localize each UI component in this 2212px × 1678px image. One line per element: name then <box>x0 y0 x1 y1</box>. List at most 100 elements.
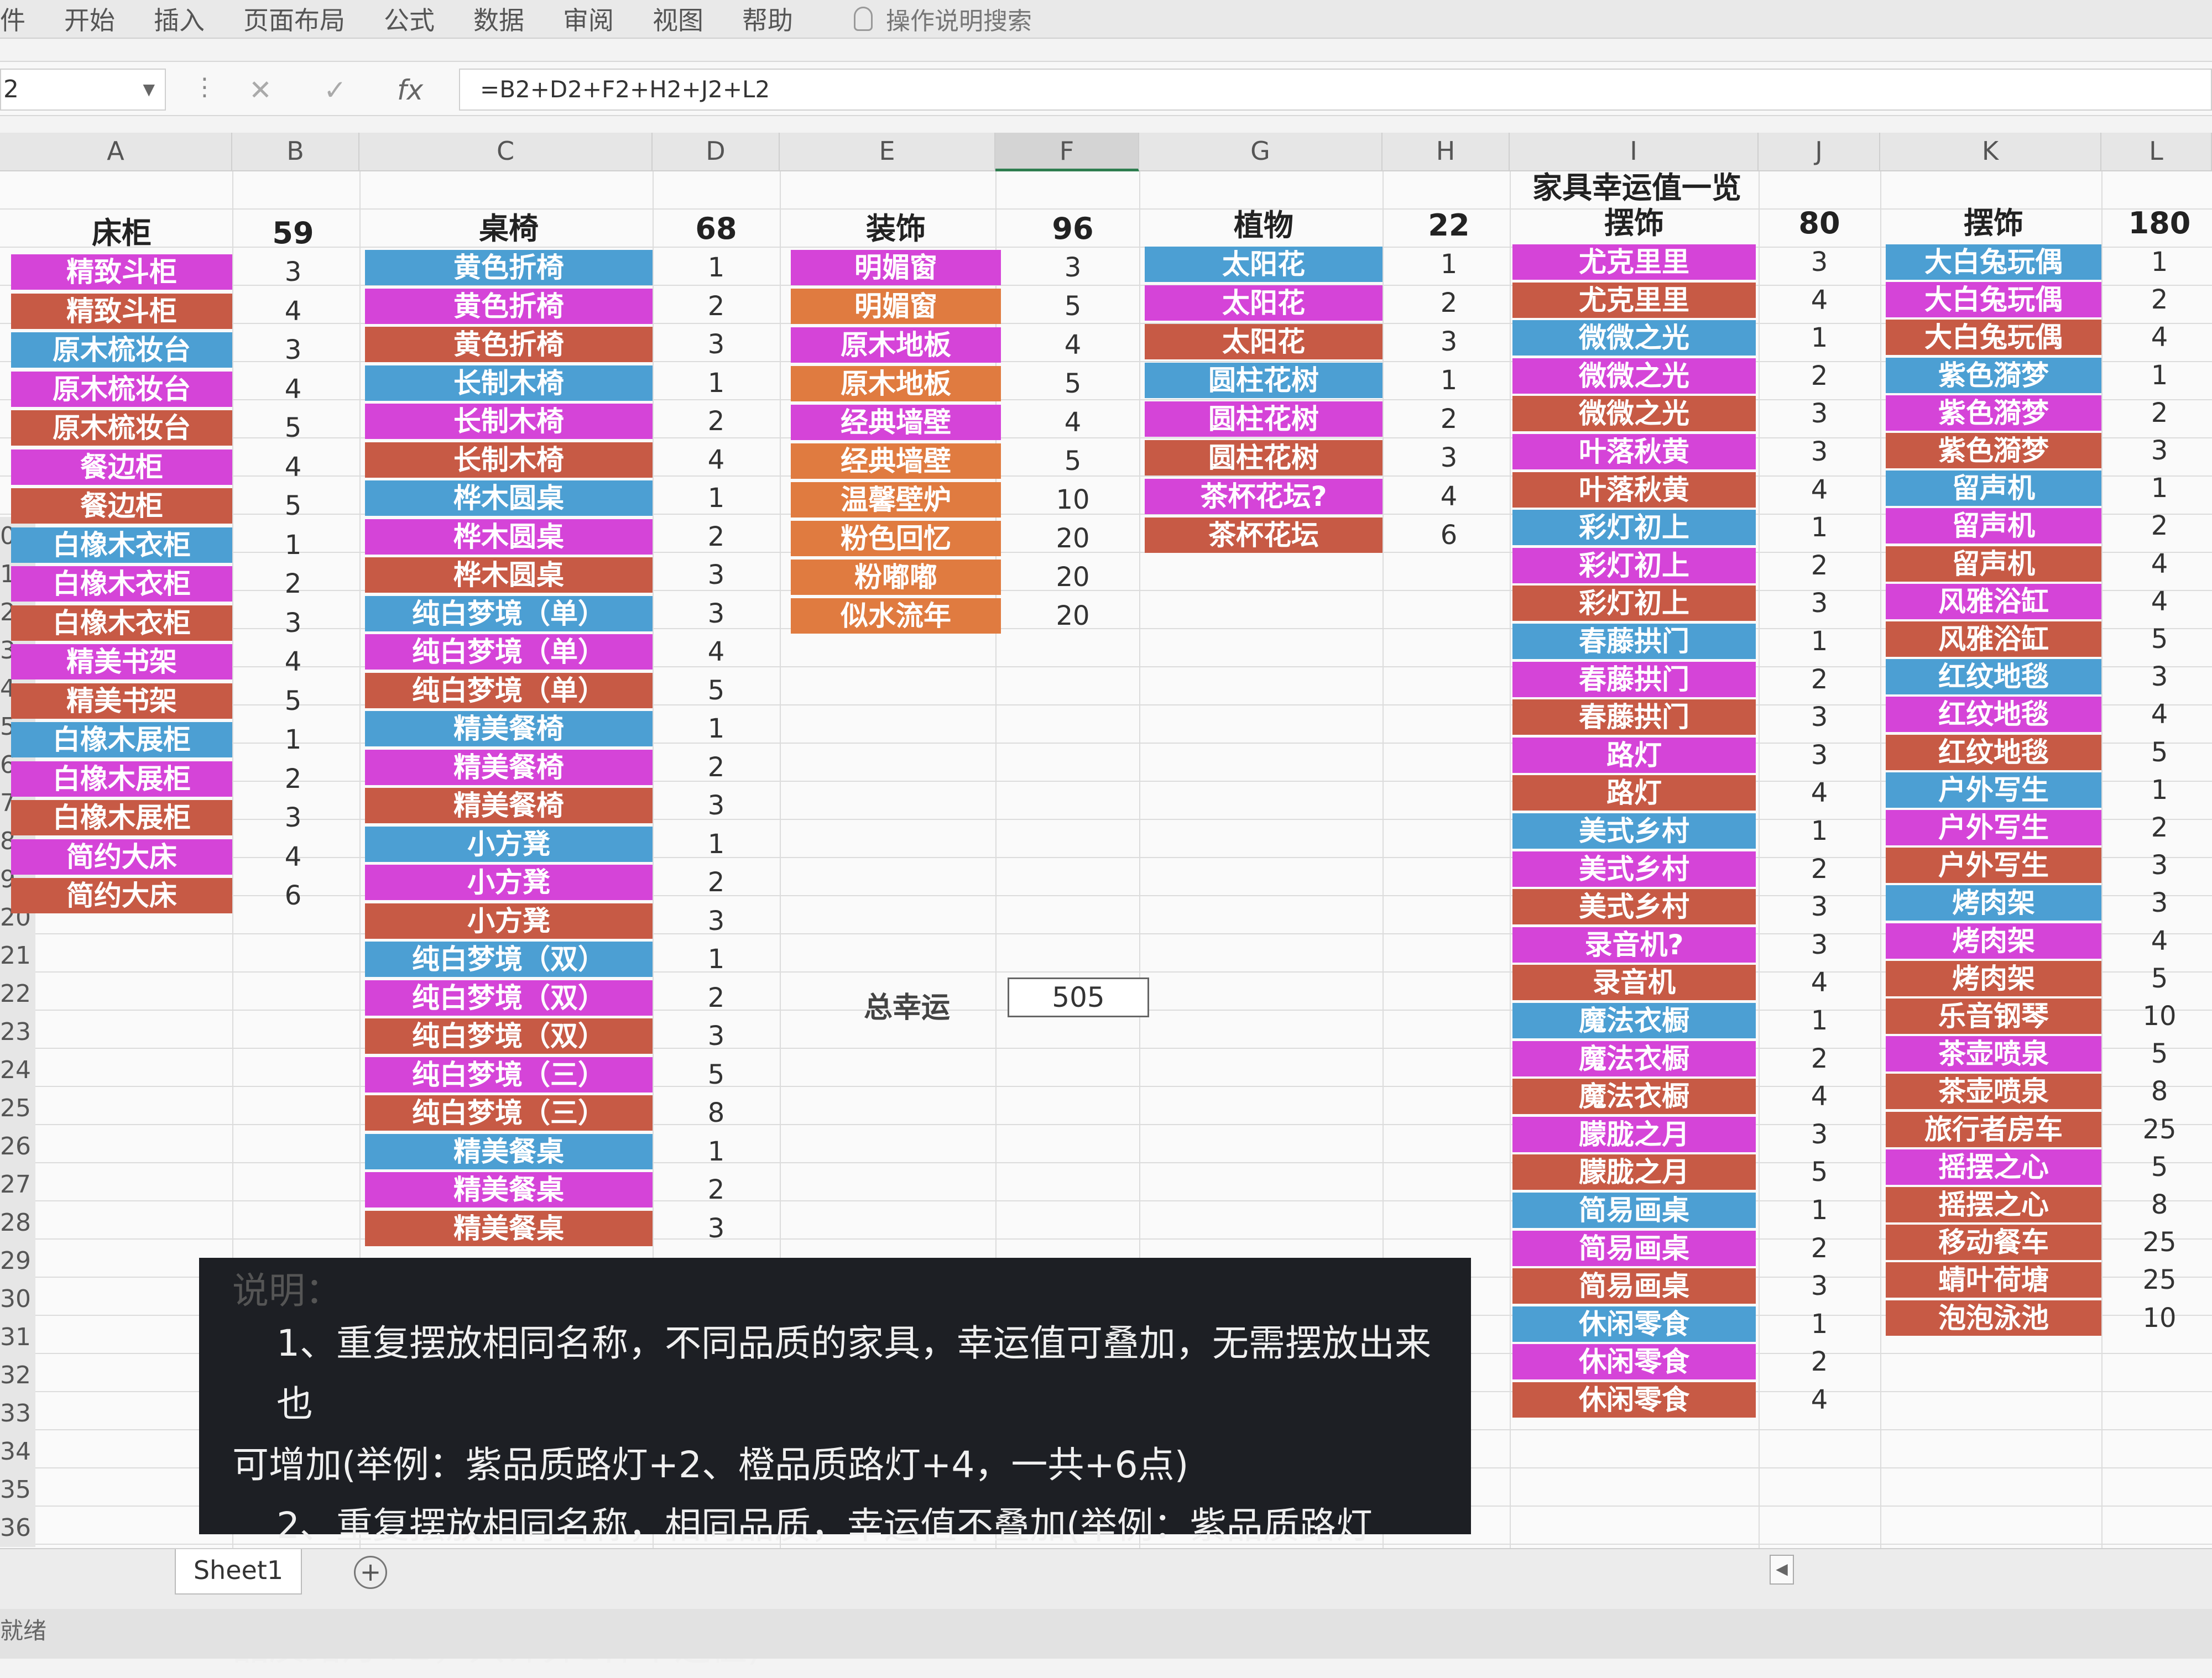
luck-value-cell[interactable]: 3 <box>2107 659 2212 694</box>
add-sheet-icon[interactable]: + <box>354 1556 387 1589</box>
column-header-d[interactable]: D <box>653 133 780 171</box>
luck-value-cell[interactable]: 20 <box>1012 521 1134 556</box>
furniture-name-cell[interactable]: 粉嘟嘟 <box>791 560 1001 595</box>
luck-value-cell[interactable]: 1 <box>1764 320 1875 356</box>
category-sum[interactable]: 59 <box>238 216 348 251</box>
furniture-name-cell[interactable]: 太阳花 <box>1145 247 1383 282</box>
furniture-name-cell[interactable]: 白橡木衣柜 <box>11 566 232 602</box>
furniture-name-cell[interactable]: 白橡木展柜 <box>11 761 232 797</box>
furniture-name-cell[interactable]: 纯白梦境（三） <box>365 1057 653 1092</box>
furniture-name-cell[interactable]: 经典墙壁 <box>791 443 1001 479</box>
furniture-name-cell[interactable]: 微微之光 <box>1512 396 1756 432</box>
luck-value-cell[interactable]: 5 <box>1012 289 1134 324</box>
name-box[interactable]: 2 ▼ <box>0 69 166 111</box>
furniture-name-cell[interactable]: 精美餐椅 <box>365 788 653 823</box>
tell-me-search[interactable]: 操作说明搜索 <box>854 1 1032 36</box>
luck-value-cell[interactable]: 1 <box>658 942 774 977</box>
column-header-b[interactable]: B <box>232 133 359 171</box>
luck-value-cell[interactable]: 3 <box>658 788 774 823</box>
luck-value-cell[interactable]: 5 <box>238 488 348 524</box>
luck-value-cell[interactable]: 5 <box>658 1057 774 1092</box>
luck-value-cell[interactable]: 3 <box>1388 324 1510 359</box>
category-header[interactable]: 摆饰 <box>1886 206 2101 241</box>
luck-value-cell[interactable]: 5 <box>238 410 348 446</box>
luck-value-cell[interactable]: 4 <box>2107 923 2212 959</box>
luck-value-cell[interactable]: 2 <box>658 980 774 1016</box>
row-header[interactable]: 32 <box>0 1356 35 1394</box>
furniture-name-cell[interactable]: 白橡木展柜 <box>11 722 232 757</box>
luck-value-cell[interactable]: 2 <box>238 566 348 602</box>
furniture-name-cell[interactable]: 大白兔玩偶 <box>1886 320 2101 356</box>
furniture-name-cell[interactable]: 餐边柜 <box>11 488 232 524</box>
luck-value-cell[interactable]: 5 <box>2107 1149 2212 1185</box>
luck-value-cell[interactable]: 5 <box>2107 735 2212 770</box>
luck-value-cell[interactable]: 2 <box>658 1172 774 1207</box>
category-sum[interactable]: 22 <box>1388 208 1510 243</box>
luck-value-cell[interactable]: 5 <box>2107 961 2212 996</box>
category-sum[interactable]: 80 <box>1764 206 1875 241</box>
furniture-name-cell[interactable]: 魔法衣橱 <box>1512 1003 1756 1038</box>
luck-value-cell[interactable]: 4 <box>2107 697 2212 732</box>
furniture-name-cell[interactable]: 户外写生 <box>1886 810 2101 845</box>
row-header[interactable]: 23 <box>0 1013 35 1051</box>
luck-value-cell[interactable]: 4 <box>1764 1382 1875 1418</box>
furniture-name-cell[interactable]: 烤肉架 <box>1886 960 2101 996</box>
furniture-name-cell[interactable]: 长制木椅 <box>365 365 653 401</box>
luck-value-cell[interactable]: 6 <box>1388 517 1510 553</box>
furniture-name-cell[interactable]: 大白兔玩偶 <box>1886 244 2101 280</box>
furniture-name-cell[interactable]: 紫色漪梦 <box>1886 357 2101 393</box>
luck-value-cell[interactable]: 1 <box>238 527 348 563</box>
furniture-name-cell[interactable]: 纯白梦境（三） <box>365 1095 653 1131</box>
column-header-c[interactable]: C <box>359 133 653 171</box>
furniture-name-cell[interactable]: 精美书架 <box>11 683 232 719</box>
formula-input[interactable]: =B2+D2+F2+H2+J2+L2 <box>459 69 2212 111</box>
luck-value-cell[interactable]: 5 <box>1012 366 1134 401</box>
furniture-name-cell[interactable]: 纯白梦境（单） <box>365 595 653 631</box>
luck-value-cell[interactable]: 8 <box>2107 1187 2212 1222</box>
row-header[interactable]: 36 <box>0 1509 35 1547</box>
furniture-name-cell[interactable]: 休闲零食 <box>1512 1382 1756 1418</box>
luck-value-cell[interactable]: 8 <box>2107 1074 2212 1109</box>
category-header[interactable]: 摆饰 <box>1512 206 1756 241</box>
luck-value-cell[interactable]: 25 <box>2107 1112 2212 1147</box>
luck-value-cell[interactable]: 3 <box>1764 699 1875 735</box>
furniture-name-cell[interactable]: 明媚窗 <box>791 289 1001 324</box>
luck-value-cell[interactable]: 1 <box>1388 247 1510 282</box>
luck-value-cell[interactable]: 4 <box>1764 472 1875 508</box>
column-header-e[interactable]: E <box>780 133 995 171</box>
furniture-name-cell[interactable]: 朦胧之月 <box>1512 1154 1756 1190</box>
ribbon-tab-0[interactable]: 件 <box>0 1 25 37</box>
furniture-name-cell[interactable]: 精美餐桌 <box>365 1172 653 1207</box>
furniture-name-cell[interactable]: 太阳花 <box>1145 324 1383 359</box>
luck-value-cell[interactable]: 1 <box>658 480 774 516</box>
furniture-name-cell[interactable]: 微微之光 <box>1512 320 1756 356</box>
furniture-name-cell[interactable]: 茶壶喷泉 <box>1886 1036 2101 1072</box>
row-header[interactable]: 29 <box>0 1242 35 1280</box>
row-header[interactable]: 22 <box>0 975 35 1013</box>
furniture-name-cell[interactable]: 精致斗柜 <box>11 254 232 290</box>
ribbon-tab-2[interactable]: 插入 <box>154 1 205 37</box>
luck-value-cell[interactable]: 1 <box>2107 471 2212 506</box>
category-header[interactable]: 桌椅 <box>365 211 653 247</box>
column-header-j[interactable]: J <box>1759 133 1880 171</box>
furniture-name-cell[interactable]: 彩灯初上 <box>1512 586 1756 621</box>
luck-value-cell[interactable]: 2 <box>658 865 774 900</box>
cancel-icon[interactable]: ✕ <box>249 74 272 106</box>
furniture-name-cell[interactable]: 桦木圆桌 <box>365 519 653 555</box>
luck-value-cell[interactable]: 3 <box>1764 889 1875 924</box>
more-icon[interactable]: ⋮ <box>192 73 217 101</box>
luck-value-cell[interactable]: 1 <box>2107 772 2212 808</box>
luck-value-cell[interactable]: 2 <box>1764 1344 1875 1379</box>
total-luck-cell[interactable]: 505 <box>1008 977 1149 1017</box>
luck-value-cell[interactable]: 4 <box>658 442 774 478</box>
luck-value-cell[interactable]: 5 <box>658 673 774 708</box>
furniture-name-cell[interactable]: 精美书架 <box>11 644 232 679</box>
luck-value-cell[interactable]: 2 <box>658 404 774 439</box>
luck-value-cell[interactable]: 4 <box>1012 405 1134 440</box>
luck-value-cell[interactable]: 3 <box>238 254 348 290</box>
ribbon-tab-1[interactable]: 开始 <box>64 1 115 37</box>
row-header[interactable]: 33 <box>0 1394 35 1433</box>
furniture-name-cell[interactable]: 紫色漪梦 <box>1886 395 2101 431</box>
luck-value-cell[interactable]: 4 <box>658 634 774 670</box>
furniture-name-cell[interactable]: 户外写生 <box>1886 848 2101 884</box>
